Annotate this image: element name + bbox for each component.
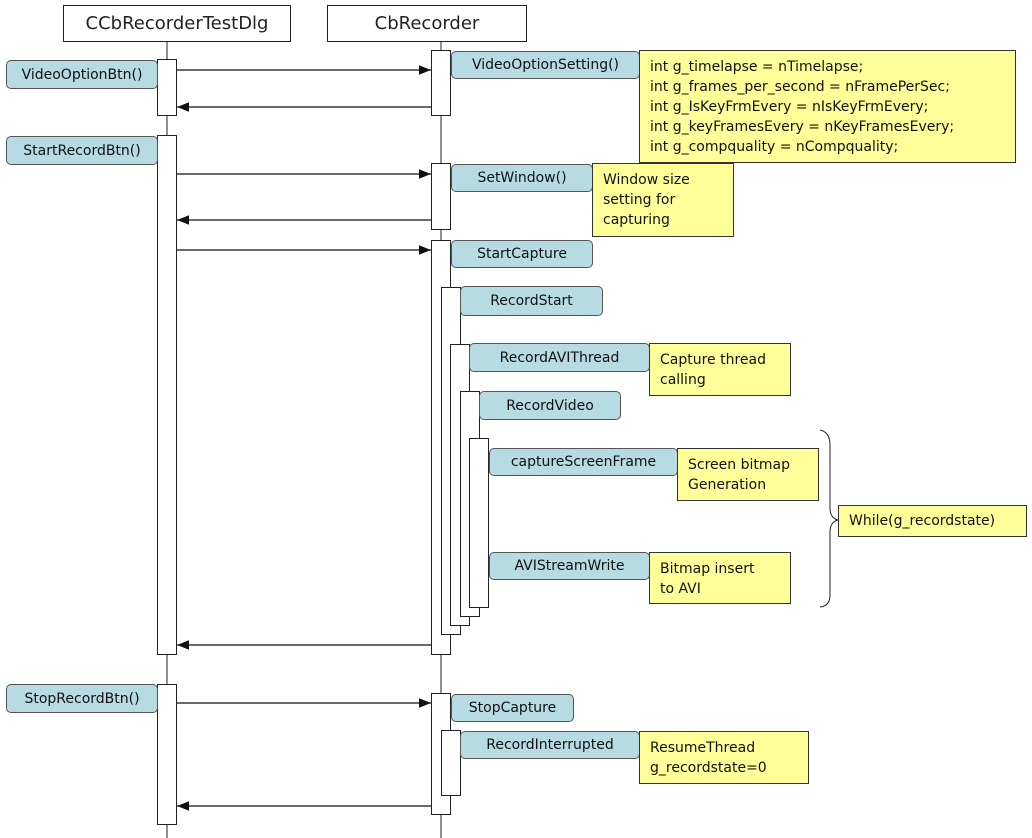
label-stop-record-btn: StopRecordBtn() bbox=[6, 684, 158, 713]
activation-bar bbox=[441, 730, 461, 796]
label-start-capture: StartCapture bbox=[451, 240, 593, 268]
note-screen-bitmap: Screen bitmap Generation bbox=[677, 448, 819, 501]
loop-brace bbox=[819, 429, 839, 608]
activation-bar bbox=[157, 684, 177, 825]
note-stop: ResumeThread g_recordstate=0 bbox=[639, 731, 809, 784]
activation-bar bbox=[157, 59, 177, 116]
activation-bar bbox=[469, 438, 489, 608]
label-video-option-btn: VideoOptionBtn() bbox=[6, 60, 158, 89]
label-record-avi-thread: RecordAVIThread bbox=[469, 343, 650, 372]
note-bitmap-insert: Bitmap insert to AVI bbox=[649, 552, 791, 604]
label-avi-stream-write: AVIStreamWrite bbox=[489, 552, 650, 580]
label-video-option-setting: VideoOptionSetting() bbox=[451, 51, 640, 79]
label-capture-screen-frame: captureScreenFrame bbox=[489, 448, 678, 476]
activation-bar bbox=[431, 163, 451, 230]
label-record-video: RecordVideo bbox=[479, 391, 621, 420]
label-start-record-btn: StartRecordBtn() bbox=[6, 136, 158, 165]
activation-bar bbox=[431, 50, 451, 116]
label-stop-capture: StopCapture bbox=[451, 694, 574, 722]
activation-bar bbox=[157, 135, 177, 655]
participant-dlg: CCbRecorderTestDlg bbox=[63, 5, 291, 42]
label-record-interrupted: RecordInterrupted bbox=[460, 731, 640, 759]
participant-recorder: CbRecorder bbox=[327, 5, 527, 42]
label-record-start: RecordStart bbox=[460, 286, 603, 316]
label-set-window: SetWindow() bbox=[451, 164, 593, 192]
note-set-window: Window size setting for capturing bbox=[592, 163, 734, 237]
note-video-options: int g_timelapse = nTimelapse; int g_fram… bbox=[639, 50, 1016, 163]
note-capture-thread: Capture thread calling bbox=[649, 343, 791, 396]
sequence-diagram: CCbRecorderTestDlg CbRecorder VideoOptio… bbox=[0, 0, 1032, 838]
note-loop-condition: While(g_recordstate) bbox=[838, 505, 1027, 537]
